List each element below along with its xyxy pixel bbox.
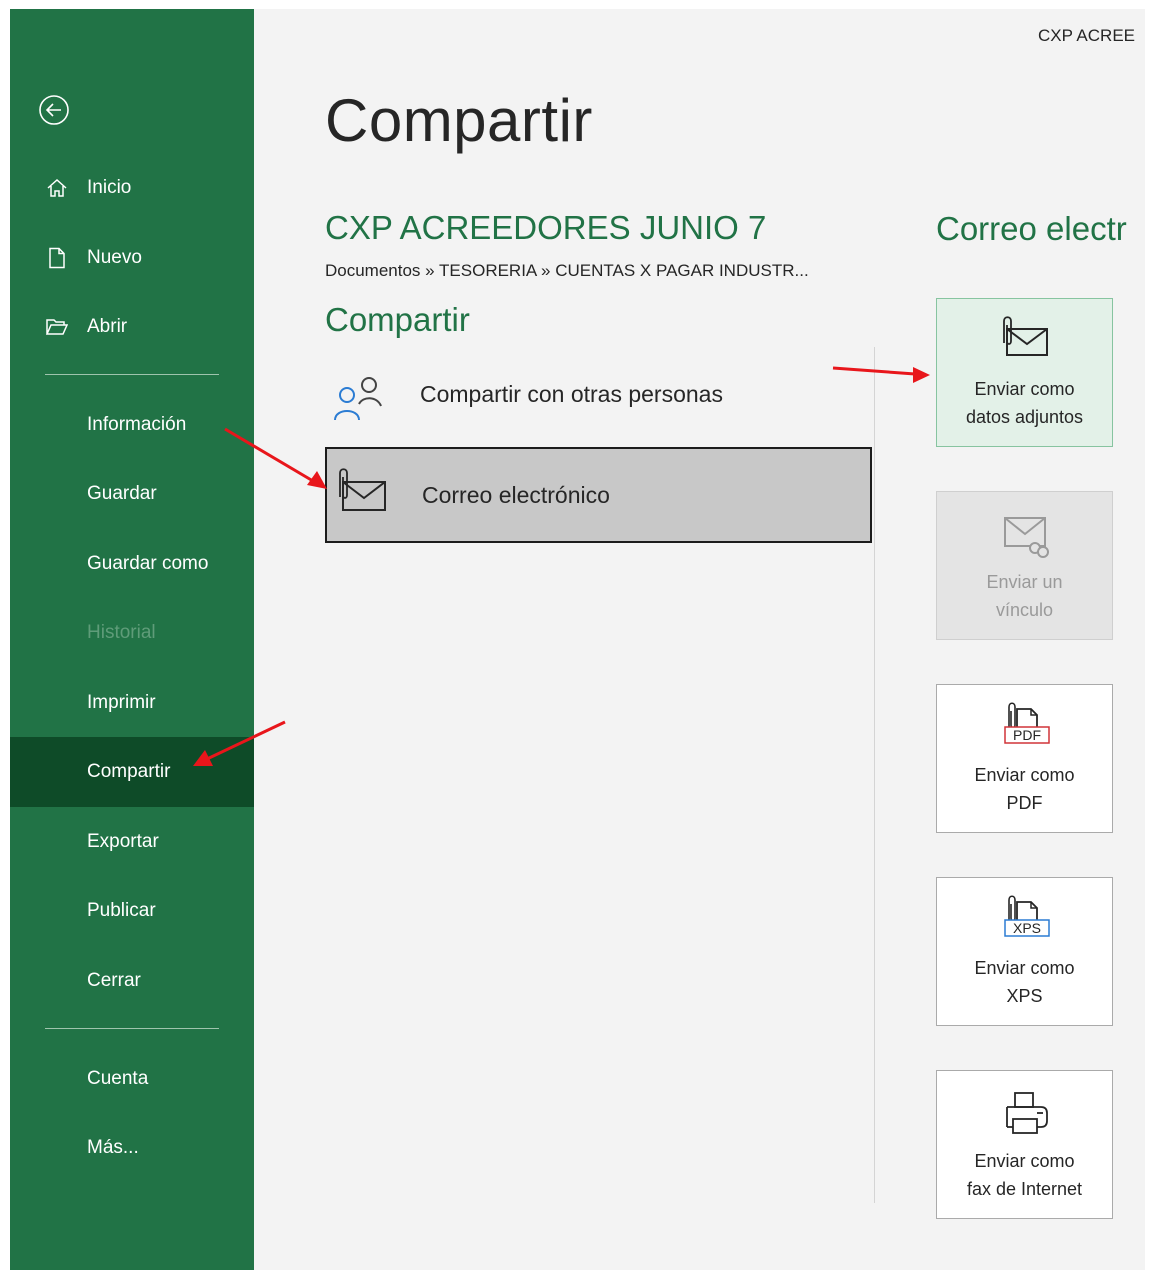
- tile-label-line2: XPS: [1006, 986, 1043, 1006]
- home-icon: [47, 178, 67, 197]
- sidebar-item-label: Guardar: [87, 483, 157, 504]
- section-title: Compartir: [325, 301, 470, 338]
- pdf-attachment-icon: PDF: [1003, 702, 1050, 744]
- option-label: Correo electrónico: [422, 481, 610, 508]
- open-folder-icon: [46, 319, 68, 335]
- tile-label-line1: Enviar como: [974, 765, 1075, 785]
- sidebar-item-label: Cerrar: [87, 970, 141, 991]
- tile-label-line2: datos adjuntos: [965, 407, 1084, 427]
- sidebar-item-historial: Historial: [10, 598, 254, 668]
- sidebar-item-publicar[interactable]: Publicar: [10, 876, 254, 946]
- sidebar-item-label: Guardar como: [87, 553, 209, 574]
- send-as-xps-button[interactable]: XPS Enviar como XPS: [936, 877, 1113, 1026]
- sidebar-item-label: Abrir: [87, 316, 128, 337]
- xps-attachment-icon: XPS: [1003, 895, 1050, 937]
- tile-label-line2: fax de Internet: [966, 1179, 1083, 1199]
- back-arrow-icon: [39, 95, 69, 125]
- panel-divider: [874, 347, 875, 1203]
- sidebar-item-label: Compartir: [87, 761, 171, 782]
- sidebar-item-label: Inicio: [87, 177, 132, 198]
- sidebar-item-label: Imprimir: [87, 692, 156, 713]
- sidebar-item-guardar-como[interactable]: Guardar como: [10, 529, 254, 599]
- option-label: Compartir con otras personas: [420, 380, 723, 407]
- sidebar-item-abrir[interactable]: Abrir: [10, 292, 254, 362]
- right-panel-title: Correo electr: [936, 210, 1127, 247]
- sidebar-item-nuevo[interactable]: Nuevo: [10, 223, 254, 293]
- annotation-arrow: [193, 720, 286, 766]
- sidebar-item-label: Más...: [87, 1137, 139, 1158]
- email-attachment-icon: [1002, 316, 1048, 356]
- send-as-pdf-button[interactable]: PDF Enviar como PDF: [936, 684, 1113, 833]
- tile-label-line1: Enviar como: [974, 379, 1075, 399]
- send-as-internet-fax-button[interactable]: Enviar como fax de Internet: [936, 1070, 1113, 1219]
- sidebar-item-cerrar[interactable]: Cerrar: [10, 946, 254, 1016]
- email-link-icon: [1003, 517, 1049, 558]
- sidebar-item-label: Publicar: [87, 900, 156, 921]
- tile-label-line2: vínculo: [995, 600, 1054, 620]
- document-name: CXP ACREEDORES JUNIO 7: [325, 209, 767, 246]
- tile-label-line2: PDF: [1006, 793, 1043, 813]
- sidebar-item-exportar[interactable]: Exportar: [10, 807, 254, 877]
- fax-icon: [1005, 1092, 1048, 1134]
- breadcrumb: Documentos » TESORERIA » CUENTAS X PAGAR…: [325, 261, 809, 280]
- tile-label-line1: Enviar un: [986, 572, 1063, 592]
- send-as-attachment-button[interactable]: Enviar como datos adjuntos: [936, 298, 1113, 447]
- backstage-view: Inicio Nuevo Abrir Información Guardar G…: [10, 9, 1145, 1270]
- back-button[interactable]: [37, 93, 71, 127]
- window-title: CXP ACREE: [1038, 26, 1136, 45]
- sidebar-divider: [45, 1028, 219, 1029]
- sidebar-item-label: Historial: [87, 622, 156, 643]
- sidebar-item-label: Nuevo: [87, 247, 142, 268]
- sidebar-item-label: Información: [87, 414, 187, 435]
- annotation-arrow: [832, 366, 930, 383]
- share-with-people-option[interactable]: Compartir con otras personas: [325, 359, 872, 429]
- tile-label-line1: Enviar como: [974, 958, 1075, 978]
- sidebar-item-cuenta[interactable]: Cuenta: [10, 1044, 254, 1114]
- email-attachment-icon: [339, 468, 386, 511]
- sidebar-item-inicio[interactable]: Inicio: [10, 153, 254, 223]
- annotation-arrow: [224, 427, 327, 489]
- email-option[interactable]: Correo electrónico: [325, 447, 872, 543]
- people-icon: [334, 377, 382, 421]
- pdf-badge: PDF: [1013, 727, 1041, 743]
- send-link-button: Enviar un vínculo: [936, 491, 1113, 640]
- new-document-icon: [49, 247, 65, 269]
- sidebar-divider: [45, 374, 219, 375]
- tile-label-line1: Enviar como: [974, 1151, 1075, 1171]
- page-title: Compartir: [325, 87, 593, 154]
- sidebar-item-label: Exportar: [87, 831, 159, 852]
- sidebar-item-label: Cuenta: [87, 1068, 149, 1089]
- backstage-sidebar: Inicio Nuevo Abrir Información Guardar G…: [10, 9, 254, 1270]
- xps-badge: XPS: [1012, 920, 1040, 936]
- sidebar-item-mas[interactable]: Más...: [10, 1113, 254, 1183]
